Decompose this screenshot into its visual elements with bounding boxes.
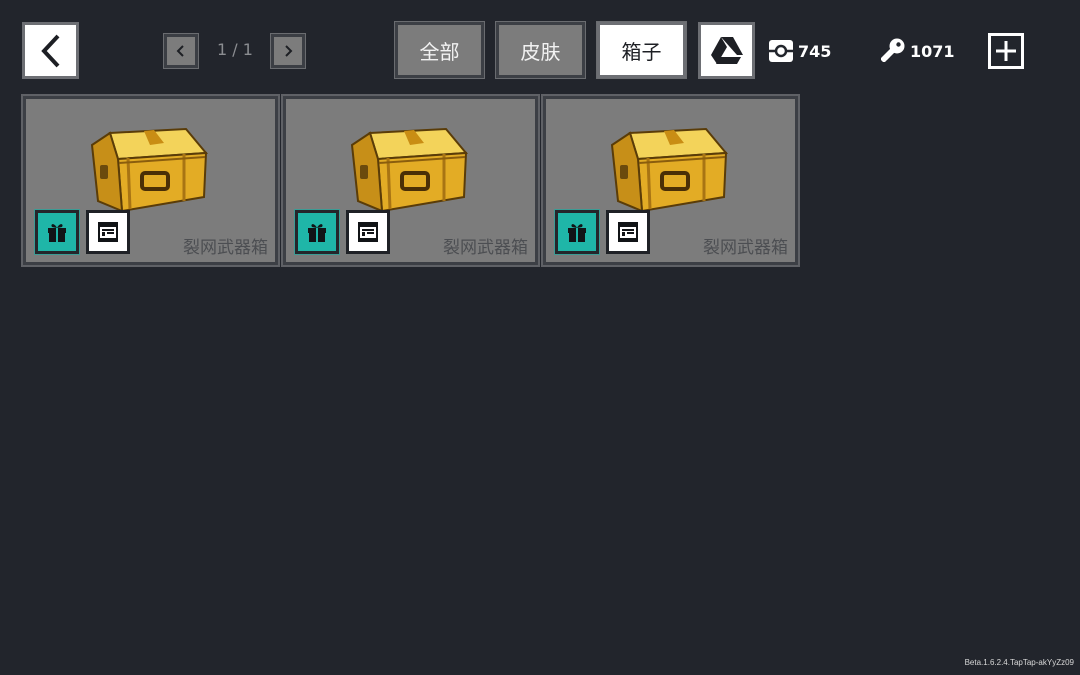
details-button[interactable] — [86, 210, 130, 254]
key-amount: 1071 — [910, 41, 955, 61]
prev-page-button[interactable] — [163, 33, 199, 69]
gift-button[interactable] — [554, 209, 600, 255]
item-card[interactable]: 裂网武器箱 — [281, 94, 540, 267]
coin-counter: 745 — [768, 34, 831, 68]
gift-button[interactable] — [34, 209, 80, 255]
item-card[interactable]: 裂网武器箱 — [541, 94, 800, 267]
chevron-left-icon — [40, 34, 59, 67]
gift-icon — [568, 224, 586, 242]
gift-icon — [308, 224, 326, 242]
drive-button[interactable] — [698, 22, 755, 79]
tab-boxes[interactable]: 箱子 — [596, 21, 687, 79]
receipt-icon — [618, 222, 638, 242]
receipt-icon — [358, 222, 378, 242]
key-icon — [881, 38, 905, 62]
tab-skins[interactable]: 皮肤 — [495, 21, 586, 79]
golden-weapon-case-image — [90, 127, 209, 213]
plus-icon — [996, 41, 1016, 61]
tab-all[interactable]: 全部 — [394, 21, 485, 79]
next-page-button[interactable] — [270, 33, 306, 69]
golden-weapon-case-image — [610, 127, 729, 213]
receipt-icon — [98, 222, 118, 242]
golden-weapon-case-image — [350, 127, 469, 213]
gift-icon — [48, 224, 66, 242]
page-indicator: 1 / 1 — [217, 40, 253, 59]
coin-amount: 745 — [798, 41, 832, 61]
google-drive-icon — [710, 36, 743, 64]
item-name: 裂网武器箱 — [443, 238, 528, 258]
chevron-left-icon — [176, 45, 184, 57]
add-currency-button[interactable] — [988, 33, 1024, 69]
item-name: 裂网武器箱 — [703, 238, 788, 258]
back-button[interactable] — [22, 22, 79, 79]
details-button[interactable] — [606, 210, 650, 254]
item-name: 裂网武器箱 — [183, 238, 268, 258]
details-button[interactable] — [346, 210, 390, 254]
version-label: Beta.1.6.2.4.TapTap-akYyZz09 — [964, 658, 1074, 667]
item-card[interactable]: 裂网武器箱 — [21, 94, 280, 267]
chevron-right-icon — [285, 45, 293, 57]
key-counter: 1071 — [878, 34, 955, 68]
gift-button[interactable] — [294, 209, 340, 255]
coin-chip-icon — [769, 40, 793, 62]
